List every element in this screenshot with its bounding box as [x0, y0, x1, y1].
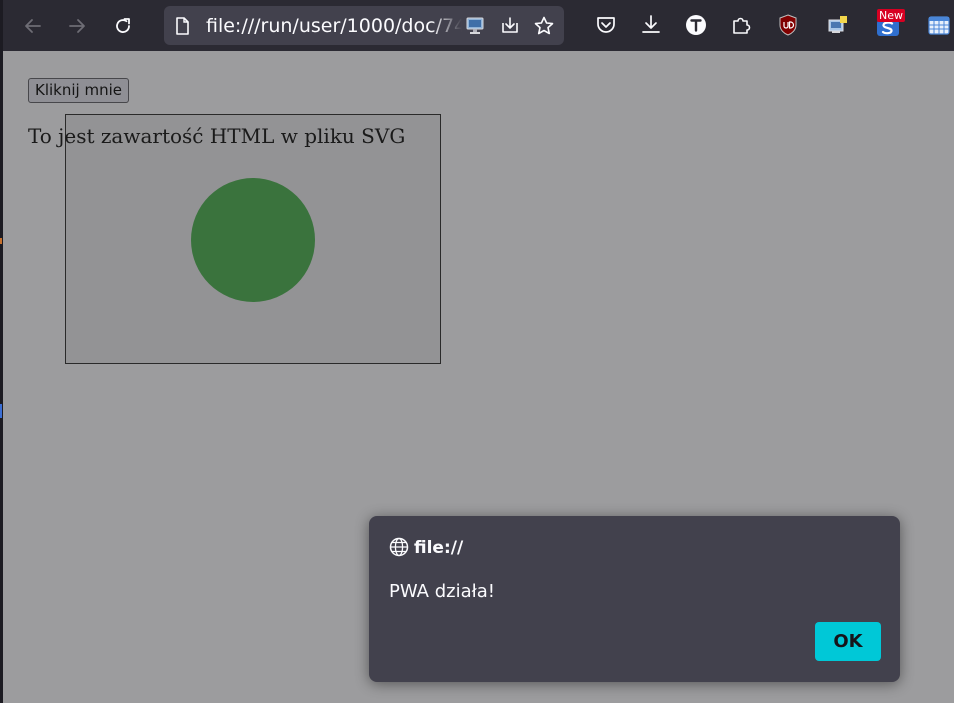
forward-button[interactable] — [61, 10, 93, 42]
downloads-icon[interactable] — [638, 12, 664, 38]
monitor-icon[interactable] — [464, 15, 486, 41]
install-app-icon[interactable] — [499, 15, 521, 41]
extensions-puzzle-icon[interactable] — [728, 12, 754, 38]
svg-html-content: To jest zawartość HTML w pliku SVG — [28, 124, 406, 148]
globe-icon — [389, 537, 409, 561]
reload-button[interactable] — [107, 10, 139, 42]
alert-dialog: file:// PWA działa! OK — [369, 516, 900, 682]
url-text[interactable]: file:///run/user/1000/doc/74 — [206, 15, 462, 37]
svg-document — [65, 114, 441, 364]
url-bar[interactable]: file:///run/user/1000/doc/74 — [164, 6, 564, 45]
back-button[interactable] — [17, 10, 49, 42]
arrow-left-icon — [25, 19, 41, 33]
ublock-origin-icon[interactable] — [775, 12, 801, 38]
dialog-message: PWA działa! — [389, 581, 495, 602]
document-icon — [173, 16, 191, 40]
remote-extension-icon[interactable] — [825, 12, 851, 38]
browser-toolbar: file:///run/user/1000/doc/74 New — [3, 0, 954, 51]
dialog-origin: file:// — [414, 538, 464, 558]
calendar-icon[interactable] — [926, 12, 952, 38]
arrow-right-icon — [69, 19, 85, 33]
ok-button[interactable]: OK — [815, 622, 881, 661]
reload-icon — [116, 18, 130, 33]
click-me-button[interactable]: Kliknij mnie — [28, 78, 129, 103]
green-circle — [191, 178, 315, 302]
new-badge: New — [877, 9, 905, 22]
bookmark-star-icon[interactable] — [533, 15, 555, 41]
pocket-icon[interactable] — [593, 12, 619, 38]
t-extension-icon[interactable] — [683, 12, 709, 38]
